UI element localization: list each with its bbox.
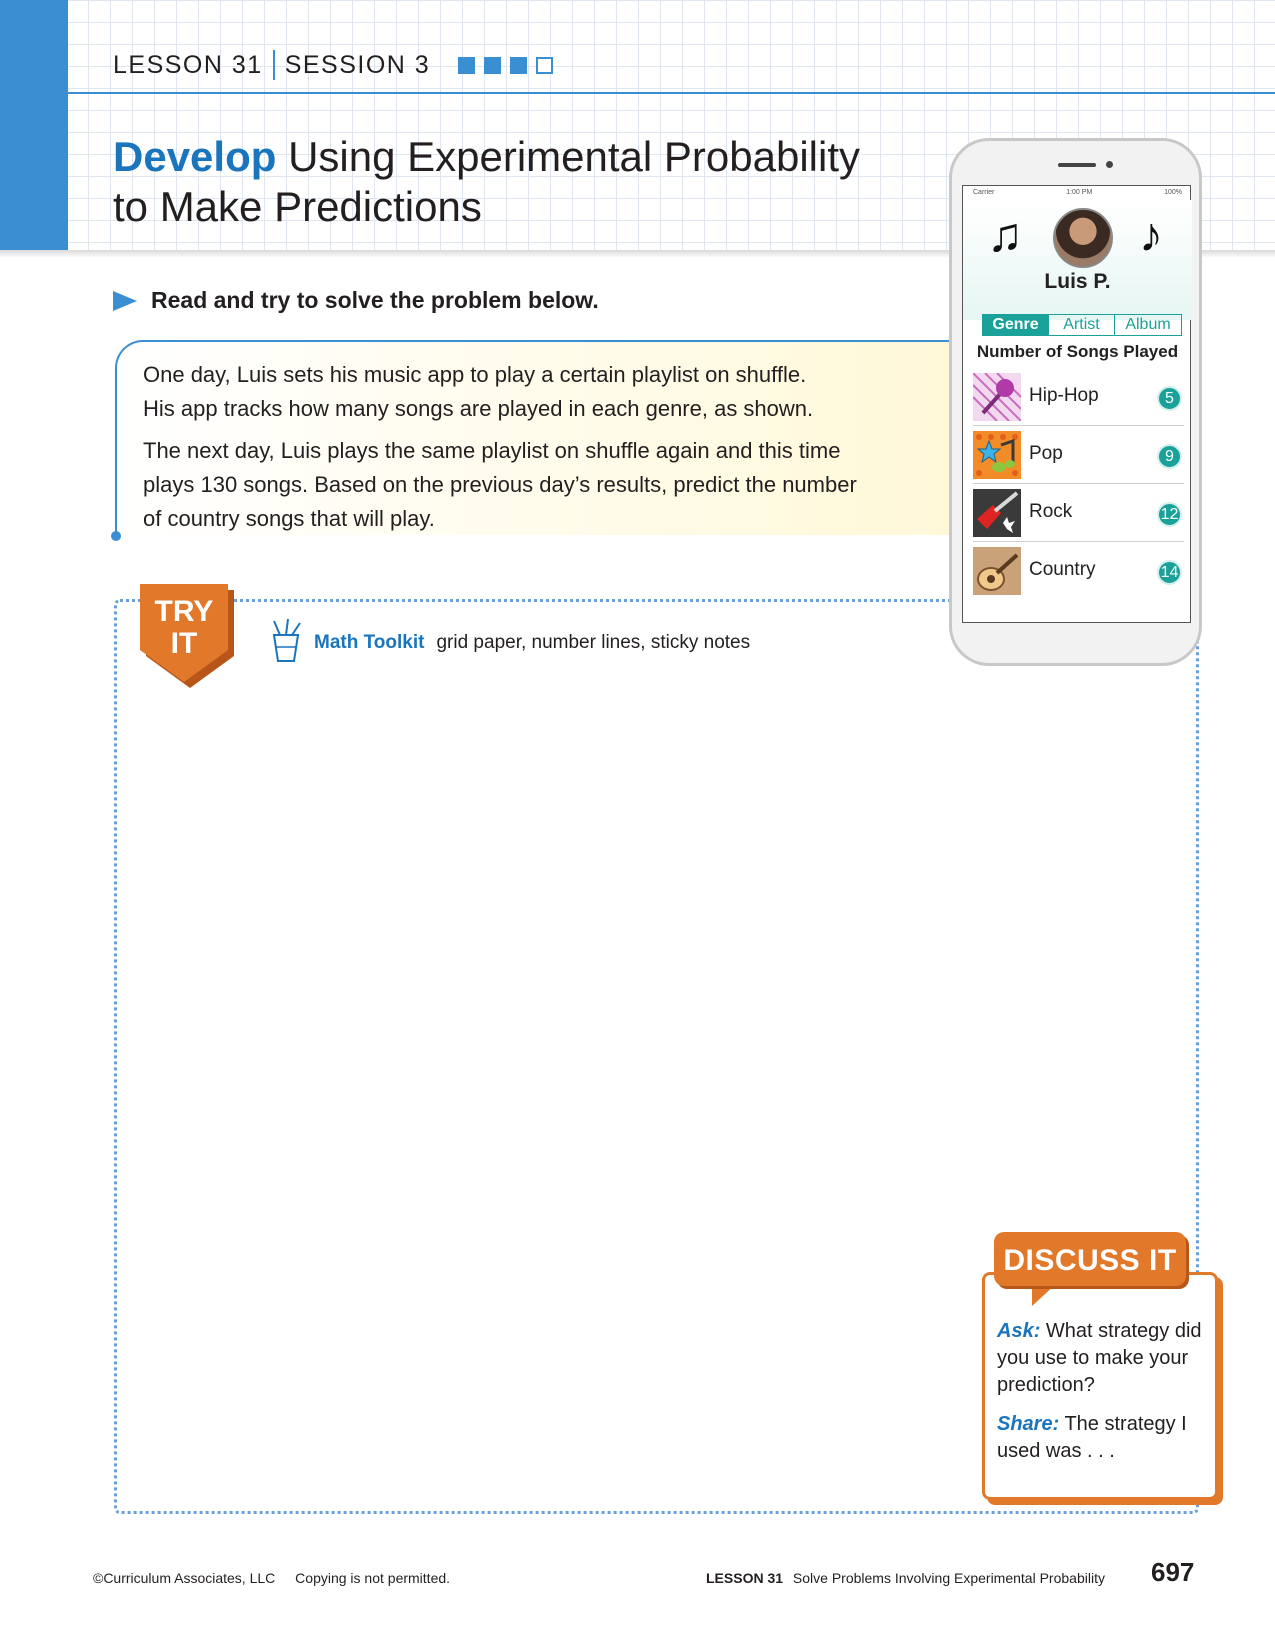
- toolkit-cup-icon: [268, 617, 304, 669]
- genre-row-hip-hop[interactable]: Hip-Hop 5: [973, 368, 1184, 426]
- toolkit-label: Math Toolkit: [314, 632, 425, 653]
- problem-box-dot: [111, 531, 121, 541]
- avatar: [1053, 208, 1113, 268]
- status-carrier: Carrier: [973, 189, 995, 196]
- genre-name: Pop: [1029, 443, 1063, 464]
- status-bar: Carrier 1:00 PM 100%: [963, 186, 1192, 200]
- lesson-number: LESSON 31: [113, 50, 263, 79]
- math-toolkit: Math Toolkit grid paper, number lines, s…: [268, 617, 750, 669]
- app-tabs: Genre Artist Album: [982, 314, 1182, 336]
- tab-album[interactable]: Album: [1115, 315, 1181, 335]
- genre-count: 9: [1157, 444, 1182, 469]
- arrow-icon: [113, 290, 137, 311]
- progress-square-empty: [536, 56, 554, 74]
- footer-lesson-label: LESSON 31: [706, 1570, 784, 1586]
- progress-square-filled: [510, 56, 528, 74]
- page-number: 697: [1151, 1557, 1195, 1587]
- try-it-text: TRY IT: [140, 596, 228, 660]
- discuss-header: DISCUSS IT: [994, 1232, 1186, 1286]
- phone-camera: [1106, 161, 1113, 168]
- problem-line: The next day, Luis plays the same playli…: [143, 438, 841, 463]
- genre-count: 5: [1157, 386, 1182, 411]
- title-highlight: Develop: [113, 133, 277, 180]
- footer-copyright: ©Curriculum Associates, LLC Copying is n…: [93, 1570, 450, 1586]
- phone-speaker: [1058, 163, 1096, 167]
- toolkit-items: grid paper, number lines, sticky notes: [436, 632, 751, 653]
- genre-row-rock[interactable]: Rock 12: [973, 484, 1184, 542]
- problem-line: His app tracks how many songs are played…: [143, 396, 814, 421]
- eighth-note-icon: ♪: [1139, 209, 1163, 262]
- progress-square-filled: [458, 56, 476, 74]
- genre-name: Rock: [1029, 501, 1073, 522]
- lesson-divider-line: [68, 92, 1275, 94]
- genre-list: Hip-Hop 5 Pop 9 Rock 12 Country 14: [973, 368, 1184, 600]
- lesson-color-tab: [0, 0, 68, 250]
- try-it-line-1: TRY: [154, 595, 214, 628]
- instruction: Read and try to solve the problem below.: [113, 287, 599, 314]
- page-title: Develop Using Experimental Probability t…: [113, 132, 860, 232]
- genre-count: 14: [1157, 560, 1182, 585]
- title-line-2: to Make Predictions: [113, 183, 482, 230]
- status-battery: 100%: [1164, 189, 1182, 196]
- lesson-separator: [272, 50, 275, 80]
- microphone-icon: [973, 373, 1021, 421]
- genre-row-country[interactable]: Country 14: [973, 542, 1184, 600]
- title-line-1: Using Experimental Probability: [288, 133, 860, 180]
- genre-name: Hip-Hop: [1029, 385, 1099, 406]
- genre-name: Country: [1029, 559, 1096, 580]
- share-label: Share:: [997, 1413, 1060, 1435]
- genre-count: 12: [1157, 502, 1182, 527]
- try-it-line-2: IT: [170, 627, 198, 660]
- ask-label: Ask:: [997, 1320, 1041, 1342]
- problem-line: of country songs that will play.: [143, 506, 435, 531]
- session-number: SESSION 3: [284, 50, 431, 79]
- footer-lesson-title: Solve Problems Involving Experimental Pr…: [792, 1570, 1105, 1586]
- discuss-it-box: DISCUSS IT Ask: What strategy did you us…: [982, 1232, 1226, 1500]
- copying-notice: Copying is not permitted.: [295, 1570, 451, 1586]
- session-progress: [458, 56, 554, 74]
- progress-square-filled: [484, 56, 502, 74]
- try-it-badge: TRY IT: [140, 584, 236, 688]
- music-app-screen: Carrier 1:00 PM 100% ♫ ♪ Luis P. Genre A…: [962, 185, 1192, 623]
- footer-lesson: LESSON 31 Solve Problems Involving Exper…: [706, 1570, 1105, 1586]
- user-name: Luis P.: [1044, 270, 1111, 293]
- music-star-icon: [973, 431, 1021, 479]
- tab-artist[interactable]: Artist: [1049, 315, 1115, 335]
- speech-bubble-tail: [1032, 1284, 1056, 1306]
- beamed-notes-icon: ♫: [987, 209, 1023, 262]
- problem-line: plays 130 songs. Based on the previous d…: [143, 472, 857, 497]
- status-time: 1:00 PM: [1066, 189, 1093, 196]
- problem-line: One day, Luis sets his music app to play…: [143, 362, 807, 387]
- lesson-session-label: LESSON 31 SESSION 3: [113, 50, 554, 80]
- acoustic-guitar-icon: [973, 547, 1021, 595]
- instruction-text: Read and try to solve the problem below.: [151, 287, 599, 313]
- discuss-title: DISCUSS IT: [1003, 1244, 1177, 1277]
- genre-row-pop[interactable]: Pop 9: [973, 426, 1184, 484]
- tab-genre[interactable]: Genre: [983, 315, 1049, 335]
- list-title: Number of Songs Played: [976, 342, 1179, 361]
- copyright-text: ©Curriculum Associates, LLC: [93, 1570, 276, 1586]
- discuss-body: Ask: What strategy did you use to make y…: [997, 1318, 1209, 1465]
- electric-guitar-icon: [973, 489, 1021, 537]
- phone-illustration: Carrier 1:00 PM 100% ♫ ♪ Luis P. Genre A…: [949, 138, 1202, 666]
- problem-text: One day, Luis sets his music app to play…: [143, 358, 903, 536]
